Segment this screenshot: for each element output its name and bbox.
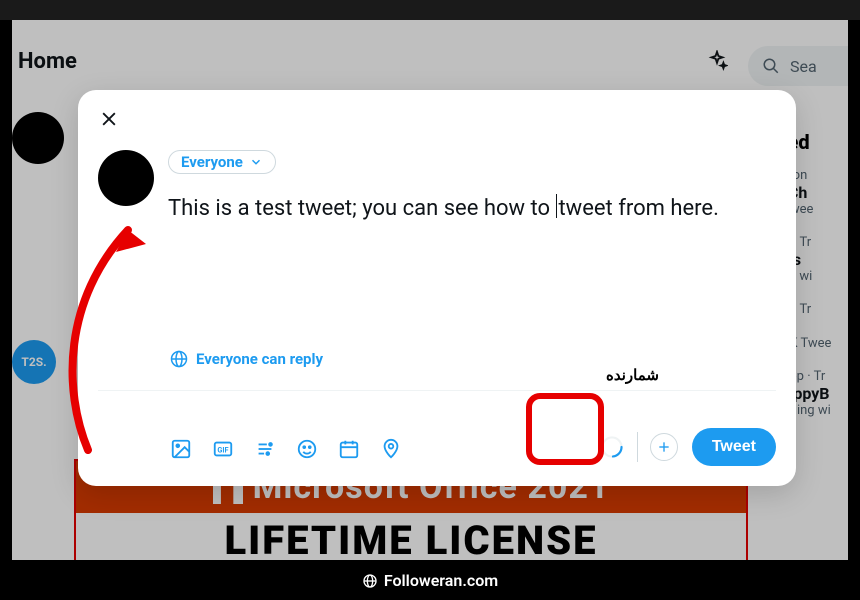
- audience-selector[interactable]: Everyone: [168, 150, 276, 174]
- gif-icon[interactable]: GIF: [212, 438, 234, 460]
- tweet-button[interactable]: Tweet: [692, 428, 776, 466]
- compose-tweet-modal: Everyone This is a test tweet; you can s…: [78, 90, 796, 486]
- search-input[interactable]: Sea: [748, 46, 848, 86]
- promo-line-2: LIFETIME LICENSE: [76, 513, 746, 560]
- reply-scope-label: Everyone can reply: [196, 350, 323, 368]
- compose-right-controls: Tweet: [599, 428, 776, 466]
- plus-icon: [656, 439, 672, 455]
- globe-icon: [170, 350, 188, 368]
- chevron-down-icon: [249, 155, 263, 169]
- side-app-icon[interactable]: T2S.: [12, 340, 56, 384]
- audience-label: Everyone: [181, 153, 243, 171]
- watermark: Followeran.com: [0, 567, 860, 594]
- divider: [98, 390, 776, 391]
- schedule-icon[interactable]: [338, 438, 360, 460]
- browser-chrome: [0, 0, 860, 20]
- svg-text:GIF: GIF: [217, 446, 228, 455]
- search-placeholder: Sea: [790, 57, 817, 76]
- home-tab-label[interactable]: Home: [18, 49, 77, 74]
- close-icon: [99, 109, 119, 129]
- viewport: Home Sea T2S. ❚Microsoft Office 2021 LIF…: [12, 20, 848, 560]
- compose-toolbar: GIF: [170, 438, 402, 460]
- sparkle-icon[interactable]: [706, 50, 728, 76]
- poll-icon[interactable]: [254, 438, 276, 460]
- reply-scope-button[interactable]: Everyone can reply: [170, 350, 323, 368]
- add-thread-button[interactable]: [650, 433, 678, 461]
- close-button[interactable]: [92, 102, 126, 136]
- location-icon[interactable]: [380, 438, 402, 460]
- separator: [637, 432, 638, 462]
- tweet-textarea[interactable]: This is a test tweet; you can see how to…: [168, 194, 776, 224]
- media-icon[interactable]: [170, 438, 192, 460]
- feed-avatar[interactable]: [12, 112, 64, 164]
- avatar[interactable]: [98, 150, 154, 206]
- search-icon: [762, 57, 780, 75]
- globe-icon: [362, 573, 378, 589]
- emoji-icon[interactable]: [296, 438, 318, 460]
- character-counter: [599, 434, 625, 460]
